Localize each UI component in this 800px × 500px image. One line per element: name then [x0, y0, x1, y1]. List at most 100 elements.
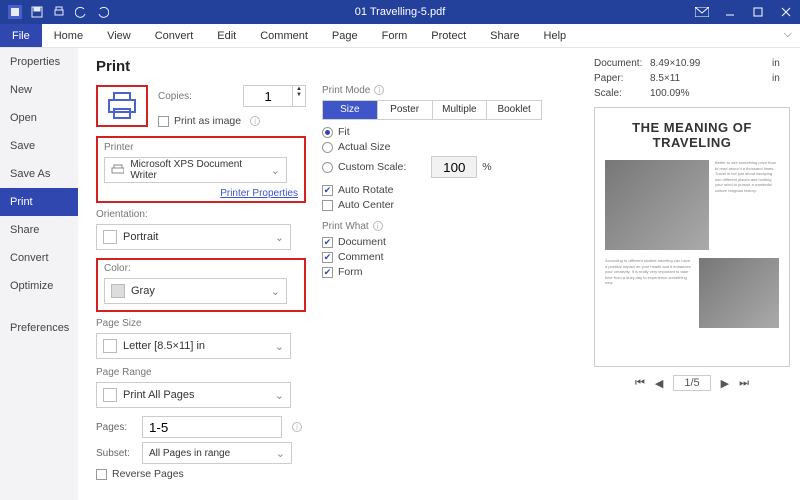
sidebar-optimize[interactable]: Optimize — [0, 272, 78, 300]
prev-page-icon[interactable]: ◀ — [655, 377, 663, 390]
preview-image — [605, 160, 709, 250]
subset-label: Subset: — [96, 448, 136, 459]
sidebar-print[interactable]: Print — [0, 188, 78, 216]
menu-edit[interactable]: Edit — [205, 24, 248, 47]
chevron-down-icon: ⌄ — [271, 285, 280, 298]
print-mode-tabs: Size Poster Multiple Booklet — [322, 100, 542, 120]
sidebar-open[interactable]: Open — [0, 104, 78, 132]
menu-page[interactable]: Page — [320, 24, 370, 47]
printer-properties-link[interactable]: Printer Properties — [220, 188, 298, 199]
menu-help[interactable]: Help — [532, 24, 579, 47]
orientation-label: Orientation: — [96, 209, 306, 220]
printer-select[interactable]: Microsoft XPS Document Writer ⌄ — [104, 157, 287, 183]
printer-section-label: Printer — [104, 142, 298, 153]
page-size-label: Page Size — [96, 318, 306, 329]
chevron-down-icon: ⌄ — [275, 389, 284, 402]
print-icon[interactable] — [52, 5, 66, 19]
menu-share[interactable]: Share — [478, 24, 531, 47]
page-range-label: Page Range — [96, 367, 306, 378]
sidebar-properties[interactable]: Properties — [0, 48, 78, 76]
tab-booklet[interactable]: Booklet — [486, 101, 541, 119]
page-size-select[interactable]: Letter [8.5×11] in ⌄ — [96, 333, 291, 359]
copies-input[interactable] — [243, 85, 293, 107]
preview-text: Better to see something once than to rea… — [715, 160, 779, 250]
chevron-down-icon: ⌄ — [271, 164, 280, 177]
chevron-down-icon: ⌄ — [275, 231, 284, 244]
preview-text: According to different studies traveling… — [605, 258, 693, 328]
close-icon[interactable] — [772, 0, 800, 24]
print-preview: THE MEANING OF TRAVELING Better to see s… — [594, 107, 790, 367]
print-mode-label: Print Modei — [322, 85, 552, 96]
file-sidebar: Properties New Open Save Save As Print S… — [0, 48, 78, 500]
tab-poster[interactable]: Poster — [377, 101, 432, 119]
menu-protect[interactable]: Protect — [419, 24, 478, 47]
last-page-icon[interactable]: ⏭ — [739, 377, 749, 390]
copies-down[interactable]: ▼ — [293, 92, 305, 98]
actual-size-radio[interactable]: Actual Size — [322, 141, 552, 153]
maximize-icon[interactable] — [744, 0, 772, 24]
info-icon: i — [373, 221, 383, 231]
page-range-select[interactable]: Print All Pages ⌄ — [96, 382, 291, 408]
preview-title: THE MEANING OF TRAVELING — [605, 120, 779, 150]
menu-bar: File Home View Convert Edit Comment Page… — [0, 24, 800, 48]
custom-scale-input[interactable] — [431, 156, 477, 178]
tab-size[interactable]: Size — [323, 101, 377, 119]
printer-glyph-icon — [111, 164, 124, 176]
document-meta: Document:8.49×10.99in Paper:8.5×11in Sca… — [594, 58, 790, 99]
printer-illustration — [96, 85, 148, 127]
page-title: Print — [96, 58, 578, 75]
window-title: 01 Travelling-5.pdf — [0, 6, 800, 18]
minimize-icon[interactable] — [716, 0, 744, 24]
page-indicator: 1/5 — [673, 375, 710, 391]
menu-form[interactable]: Form — [370, 24, 420, 47]
color-select[interactable]: Gray ⌄ — [104, 278, 287, 304]
redo-icon[interactable] — [96, 5, 110, 19]
auto-rotate-checkbox[interactable]: Auto Rotate — [322, 184, 552, 196]
gray-swatch-icon — [111, 284, 125, 298]
print-what-label: Print Whati — [322, 221, 552, 232]
preview-image — [699, 258, 779, 328]
tab-multiple[interactable]: Multiple — [432, 101, 487, 119]
collapse-ribbon-icon[interactable]: ⌵ — [784, 28, 792, 41]
info-icon: i — [292, 422, 302, 432]
next-page-icon[interactable]: ▶ — [721, 377, 729, 390]
menu-comment[interactable]: Comment — [248, 24, 320, 47]
menu-view[interactable]: View — [95, 24, 143, 47]
sidebar-save-as[interactable]: Save As — [0, 160, 78, 188]
page-icon — [103, 339, 117, 353]
preview-pager: ⏮ ◀ 1/5 ▶ ⏭ — [594, 375, 790, 391]
auto-center-checkbox[interactable]: Auto Center — [322, 199, 552, 211]
print-document-checkbox[interactable]: Document — [322, 236, 552, 248]
pages-label: Pages: — [96, 422, 136, 433]
chevron-down-icon: ⌄ — [276, 447, 285, 460]
sidebar-convert[interactable]: Convert — [0, 244, 78, 272]
sidebar-new[interactable]: New — [0, 76, 78, 104]
pages-icon — [103, 388, 117, 402]
subset-select[interactable]: All Pages in range ⌄ — [142, 442, 292, 464]
menu-convert[interactable]: Convert — [143, 24, 206, 47]
color-label: Color: — [104, 263, 298, 274]
app-logo-icon — [8, 5, 22, 19]
menu-home[interactable]: Home — [42, 24, 95, 47]
print-as-image-checkbox[interactable]: Print as imagei — [158, 115, 306, 127]
reverse-pages-checkbox[interactable]: Reverse Pages — [96, 468, 306, 480]
info-icon: i — [250, 116, 260, 126]
custom-scale-radio[interactable]: Custom Scale: % — [322, 156, 552, 178]
pages-input[interactable] — [142, 416, 282, 438]
first-page-icon[interactable]: ⏮ — [635, 377, 645, 390]
fit-radio[interactable]: Fit — [322, 126, 552, 138]
sidebar-share[interactable]: Share — [0, 216, 78, 244]
chevron-down-icon: ⌄ — [275, 340, 284, 353]
mail-icon[interactable] — [688, 0, 716, 24]
save-icon[interactable] — [30, 5, 44, 19]
undo-icon[interactable] — [74, 5, 88, 19]
print-comment-checkbox[interactable]: Comment — [322, 251, 552, 263]
sidebar-save[interactable]: Save — [0, 132, 78, 160]
orientation-select[interactable]: Portrait ⌄ — [96, 224, 291, 250]
menu-file[interactable]: File — [0, 24, 42, 47]
portrait-icon — [103, 230, 117, 244]
print-form-checkbox[interactable]: Form — [322, 266, 552, 278]
sidebar-preferences[interactable]: Preferences — [0, 314, 78, 342]
copies-label: Copies: — [158, 91, 192, 102]
info-icon: i — [374, 85, 384, 95]
